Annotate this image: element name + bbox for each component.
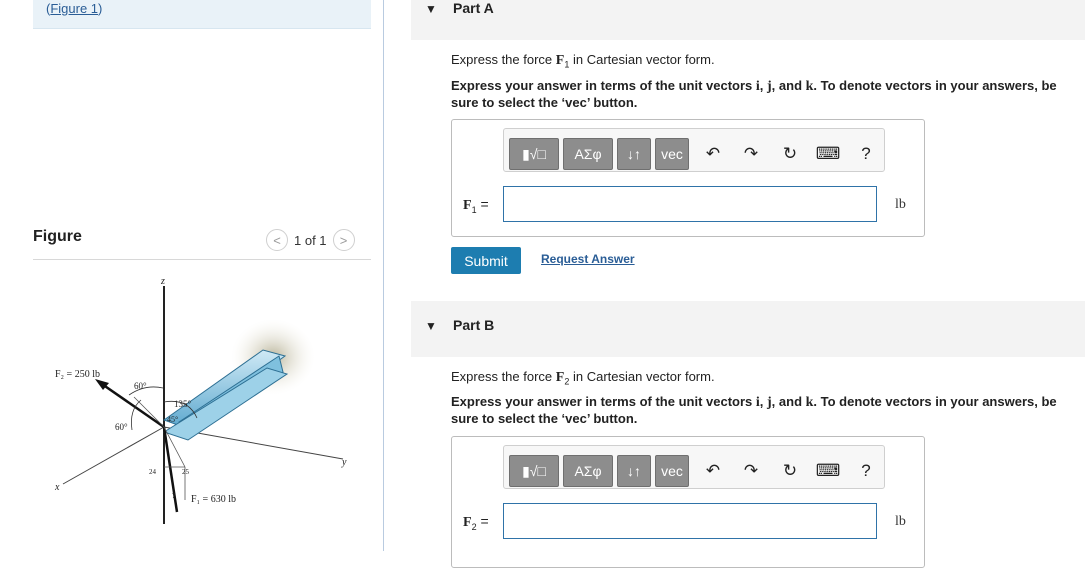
f1-label: F₁ = 630 lb xyxy=(191,494,236,505)
dim-25: 25 xyxy=(182,468,190,476)
figure-heading: Figure xyxy=(33,228,82,245)
arrows-button[interactable]: ↓↑ xyxy=(617,455,651,487)
part-b-unit: lb xyxy=(895,514,906,529)
redo-icon[interactable]: ↷ xyxy=(740,460,762,482)
pager-next-button[interactable]: > xyxy=(332,229,355,251)
part-a-equation-label: F1 = xyxy=(463,196,489,215)
figure-link[interactable]: Figure 1 xyxy=(50,1,98,16)
redo-icon[interactable]: ↷ xyxy=(740,143,762,165)
undo-icon[interactable]: ↶ xyxy=(702,143,724,165)
vec-button[interactable]: vec xyxy=(655,138,689,170)
math-toolbar: ▮√□ ΑΣφ ↓↑ vec ↶ ↷ ↻ ⌨ ? xyxy=(503,128,885,172)
y-label: y xyxy=(341,457,347,468)
f2-label: F₂ = 250 lb xyxy=(55,369,100,380)
submit-button[interactable]: Submit xyxy=(451,247,521,274)
part-a-header[interactable]: ▼ Part A xyxy=(411,0,1085,40)
figure-link-text: (Figure 1) xyxy=(46,1,103,16)
keyboard-icon[interactable]: ⌨ xyxy=(816,460,841,482)
reset-icon[interactable]: ↻ xyxy=(779,143,801,165)
x-label: x xyxy=(54,482,60,493)
part-a-instructions: Express your answer in terms of the unit… xyxy=(451,78,1057,110)
part-a-answer-input[interactable] xyxy=(503,186,877,222)
collapse-caret-icon[interactable]: ▼ xyxy=(425,319,437,333)
templates-button[interactable]: ▮√□ xyxy=(509,455,559,487)
part-a-prompt: Express the force F1 in Cartesian vector… xyxy=(451,52,715,70)
pane-divider xyxy=(383,0,384,551)
part-b-title: Part B xyxy=(453,317,495,333)
help-icon[interactable]: ? xyxy=(855,143,877,165)
part-a-unit: lb xyxy=(895,197,906,212)
part-b-instructions: Express your answer in terms of the unit… xyxy=(451,394,1057,426)
undo-icon[interactable]: ↶ xyxy=(702,460,724,482)
dim-24: 24 xyxy=(149,468,157,476)
angle-60-top: 60° xyxy=(134,381,147,391)
math-toolbar: ▮√□ ΑΣφ ↓↑ vec ↶ ↷ ↻ ⌨ ? xyxy=(503,445,885,489)
help-icon[interactable]: ? xyxy=(855,460,877,482)
figure-link-bar: (Figure 1) xyxy=(33,0,371,29)
part-b-header[interactable]: ▼ Part B xyxy=(411,301,1085,357)
greek-button[interactable]: ΑΣφ xyxy=(563,455,613,487)
reset-icon[interactable]: ↻ xyxy=(779,460,801,482)
pager-text: 1 of 1 xyxy=(294,232,327,248)
part-b-equation-label: F2 = xyxy=(463,513,489,532)
arrows-button[interactable]: ↓↑ xyxy=(617,138,651,170)
figure-pager: < 1 of 1 > xyxy=(266,229,355,251)
part-b-prompt: Express the force F2 in Cartesian vector… xyxy=(451,369,715,387)
request-answer-link[interactable]: Request Answer xyxy=(541,252,635,266)
collapse-caret-icon[interactable]: ▼ xyxy=(425,2,437,16)
pager-prev-button[interactable]: < xyxy=(266,229,288,251)
part-a-answer-box: ▮√□ ΑΣφ ↓↑ vec ↶ ↷ ↻ ⌨ ? F1 = lb xyxy=(451,119,925,237)
force-diagram: z y x F₂ = 250 lb F₁ = 630 lb 60° 60° 13… xyxy=(54,276,347,524)
angle-60-side: 60° xyxy=(115,422,128,432)
part-b-answer-box: ▮√□ ΑΣφ ↓↑ vec ↶ ↷ ↻ ⌨ ? F2 = lb xyxy=(451,436,925,568)
part-a-title: Part A xyxy=(453,0,494,16)
construction-line xyxy=(133,396,165,428)
keyboard-icon[interactable]: ⌨ xyxy=(816,143,841,165)
greek-button[interactable]: ΑΣφ xyxy=(563,138,613,170)
dim-7: 7 xyxy=(172,492,176,500)
angle-135: 135° xyxy=(174,399,192,409)
part-b-answer-input[interactable] xyxy=(503,503,877,539)
figure-divider xyxy=(33,259,371,260)
vec-button[interactable]: vec xyxy=(655,455,689,487)
z-label: z xyxy=(160,276,165,287)
templates-button[interactable]: ▮√□ xyxy=(509,138,559,170)
angle-45: 45° xyxy=(167,415,178,424)
